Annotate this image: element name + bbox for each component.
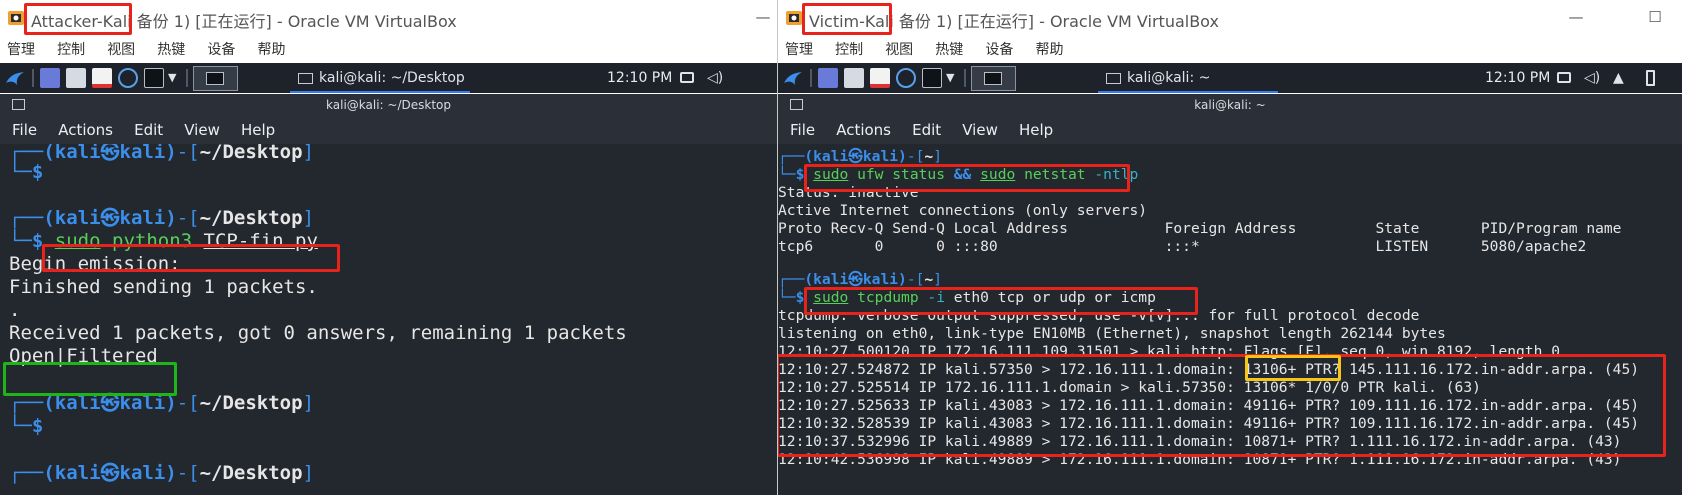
text-editor-icon[interactable] [870,68,890,88]
workspace-icon[interactable] [40,68,60,88]
panel-separator [964,69,966,87]
terminal-menu-actions[interactable]: Actions [836,116,891,144]
panel-separator [186,69,188,87]
annotation-box-netstat-command [804,164,1130,192]
attacker-vm-window: Attacker-Kali 备份 1) [正在运行] - Oracle VM V… [0,0,777,495]
terminal-menu-file[interactable]: File [12,116,37,144]
output-line: Received 1 packets, got 0 answers, remai… [9,322,627,344]
terminal-icon[interactable] [144,68,164,88]
terminal-titlebar: kali@kali: ~ [778,94,1682,116]
output-line: Finished sending 1 packets. [9,276,318,298]
kali-top-panel: ▼ kali@kali: ~/Desktop 12:10 PM ◁) [0,63,777,93]
terminal-menu-actions[interactable]: Actions [58,116,113,144]
annotation-box-tcpdump-command [804,287,1198,315]
screen-icon[interactable] [1557,72,1571,83]
menu-devices[interactable]: 设备 [985,38,1013,62]
file-manager-icon[interactable] [844,68,864,88]
menu-hotkeys[interactable]: 热键 [157,38,185,62]
kali-top-panel: ▼ kali@kali: ~ 12:10 PM ◁) ▲ [778,63,1682,93]
annotation-box-title [24,3,132,35]
chevron-down-icon[interactable]: ▼ [168,63,176,93]
output-line: listening on eth0, link-type EN10MB (Eth… [778,325,1446,342]
menu-help[interactable]: 帮助 [257,38,285,62]
menu-manage[interactable]: 管理 [7,38,35,62]
menu-control[interactable]: 控制 [57,38,85,62]
terminal-icon[interactable] [922,68,942,88]
text-editor-icon[interactable] [92,68,112,88]
prompt-dollar-line: └─$ [9,415,44,437]
terminal-titlebar: kali@kali: ~/Desktop [0,94,777,116]
menu-control[interactable]: 控制 [835,38,863,62]
file-manager-icon[interactable] [66,68,86,88]
panel-clock[interactable]: 12:10 PM [607,63,672,93]
minimize-icon[interactable]: — [752,6,774,28]
terminal-output[interactable]: ┌──(kali㉿kali)-[~/Desktop] └─$ ┌──(kali㉿… [0,144,777,495]
output-line: Active Internet connections (only server… [778,202,1148,219]
terminal-menu-view[interactable]: View [962,116,998,144]
terminal-menubar: File Actions Edit View Help [0,116,777,144]
screen-icon [206,72,224,85]
kali-dragon-icon[interactable] [782,67,804,89]
task-button[interactable] [193,66,238,91]
terminal-title: kali@kali: ~/Desktop [326,98,451,112]
menu-manage[interactable]: 管理 [785,38,813,62]
terminal-menu-view[interactable]: View [184,116,220,144]
menu-view[interactable]: 视图 [107,38,135,62]
prompt-line: ┌──(kali㉿kali)-[~/Desktop] [9,462,315,484]
screen-icon[interactable] [680,72,694,83]
virtualbox-icon [8,11,24,25]
vbox-titlebar: Victim-Kali 备份 1) [正在运行] - Oracle VM Vir… [778,0,1682,36]
menu-help[interactable]: 帮助 [1035,38,1063,62]
virtualbox-icon [786,11,802,25]
browser-icon[interactable] [118,68,138,88]
battery-icon[interactable] [1646,70,1655,86]
vbox-menubar: 管理 控制 视图 热键 设备 帮助 [778,38,1682,62]
window-tab-home[interactable]: kali@kali: ~ [1098,63,1278,93]
volume-icon[interactable]: ◁) [1584,63,1600,93]
annotation-box-command [42,244,340,272]
panel-separator [32,69,34,87]
workspace-icon[interactable] [818,68,838,88]
minimize-icon[interactable]: — [1565,6,1587,28]
volume-icon[interactable]: ◁) [707,63,723,93]
menu-view[interactable]: 视图 [885,38,913,62]
terminal-menubar: File Actions Edit View Help [778,116,1682,144]
terminal-icon [12,99,25,110]
terminal-menu-file[interactable]: File [790,116,815,144]
maximize-icon[interactable]: ☐ [1644,6,1666,28]
annotation-box-result [3,362,177,396]
victim-vm-window: Victim-Kali 备份 1) [正在运行] - Oracle VM Vir… [777,0,1682,495]
window-tab-label: kali@kali: ~ [1127,70,1211,86]
menu-hotkeys[interactable]: 热键 [935,38,963,62]
prompt-line: ┌──(kali㉿kali)-[~/Desktop] [9,144,315,163]
task-button[interactable] [971,66,1016,91]
terminal-menu-edit[interactable]: Edit [912,116,941,144]
annotation-box-title [802,3,892,35]
kali-dragon-icon[interactable] [4,67,26,89]
terminal-menu-help[interactable]: Help [241,116,275,144]
terminal-menu-edit[interactable]: Edit [134,116,163,144]
prompt-line: ┌──(kali㉿kali)-[~/Desktop] [9,207,315,229]
terminal-title: kali@kali: ~ [1194,98,1266,112]
notification-bell-icon[interactable]: ▲ [1613,63,1624,93]
prompt-dollar-line: └─$ [9,161,44,183]
screen-icon [984,72,1002,85]
terminal-icon [1106,72,1121,84]
chevron-down-icon[interactable]: ▼ [946,63,954,93]
browser-icon[interactable] [896,68,916,88]
vbox-menubar: 管理 控制 视图 热键 设备 帮助 [0,38,777,62]
annotation-box-packets [778,354,1666,457]
annotation-box-flags [1245,355,1341,381]
panel-clock[interactable]: 12:10 PM [1485,63,1550,93]
window-tab-label: kali@kali: ~/Desktop [319,70,465,86]
terminal-menu-help[interactable]: Help [1019,116,1053,144]
netstat-header: Proto Recv-Q Send-Q Local Address Foreig… [778,220,1622,237]
output-line: . [9,299,21,321]
window-tab-desktop[interactable]: kali@kali: ~/Desktop [290,63,470,93]
netstat-row: tcp6 0 0 :::80 :::* LISTEN 5080/apache2 [778,238,1587,255]
menu-devices[interactable]: 设备 [207,38,235,62]
terminal-icon [790,99,803,110]
terminal-icon [298,72,313,84]
panel-separator [810,69,812,87]
